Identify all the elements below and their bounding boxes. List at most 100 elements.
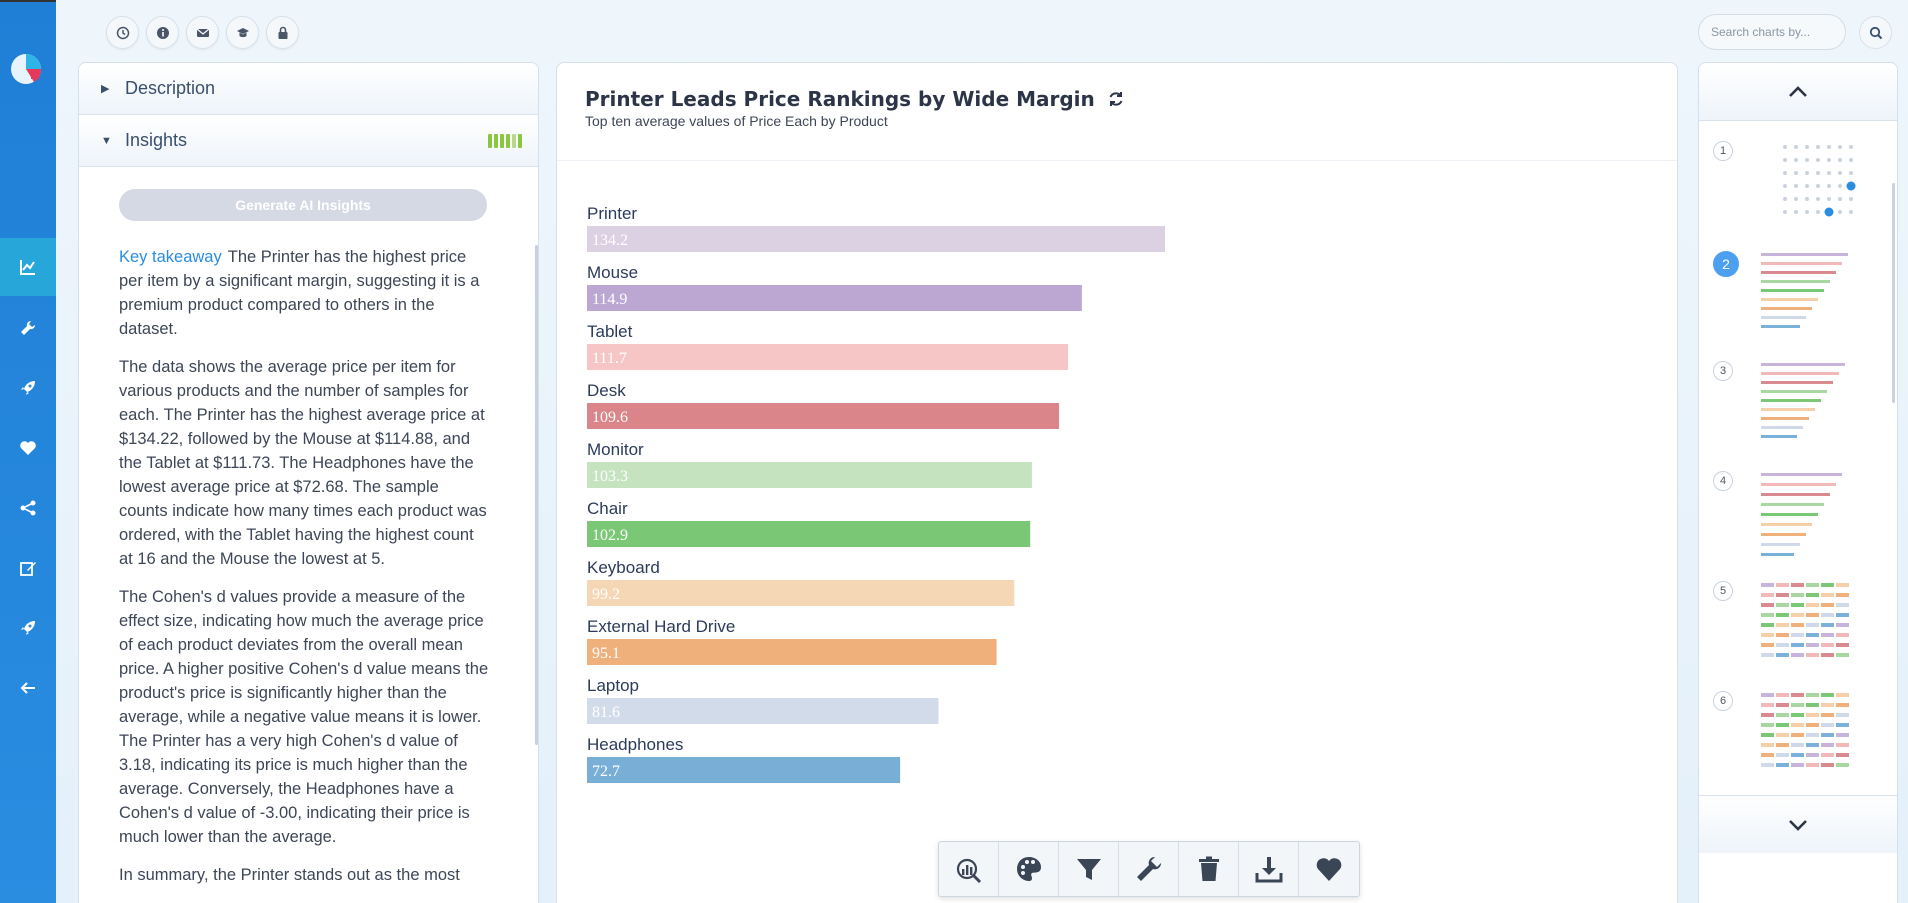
- analyze-button[interactable]: [939, 842, 999, 896]
- filter-button[interactable]: [1059, 842, 1119, 896]
- bar-value-label: 95.1: [592, 645, 620, 662]
- bar[interactable]: [587, 757, 901, 783]
- bar[interactable]: [587, 403, 1060, 429]
- bar-value-label: 81.6: [592, 704, 620, 721]
- download-icon: [1255, 857, 1282, 883]
- left-nav-rail: [0, 0, 56, 903]
- bar-value-label: 72.7: [592, 763, 620, 780]
- thumbnails-scrollbar[interactable]: [1892, 183, 1895, 403]
- nav-share[interactable]: [0, 479, 56, 537]
- refresh-icon[interactable]: [1107, 90, 1125, 108]
- info-button[interactable]: [146, 16, 179, 49]
- mail-button[interactable]: [186, 16, 219, 49]
- bar-value-label: 99.2: [592, 586, 620, 603]
- color-theme-button[interactable]: [999, 842, 1059, 896]
- chart-thumbnail[interactable]: 1: [1709, 133, 1889, 233]
- insights-accordion[interactable]: ▼ Insights: [79, 115, 538, 167]
- chart-thumbnail[interactable]: 6: [1709, 683, 1889, 783]
- nav-tools[interactable]: [0, 299, 56, 357]
- chart-header-divider: [557, 160, 1677, 161]
- bar-value-label: 111.7: [592, 350, 627, 367]
- chevron-down-icon: [1789, 819, 1807, 831]
- palette-icon: [1016, 857, 1041, 881]
- thumbnail-preview: [1761, 253, 1848, 328]
- insights-label: Insights: [125, 130, 188, 150]
- bar-category-label: Tablet: [587, 322, 633, 341]
- description-accordion[interactable]: ▶ Description: [79, 63, 538, 115]
- info-icon: [156, 26, 169, 39]
- nav-back[interactable]: [0, 659, 56, 717]
- nav-launch[interactable]: [0, 359, 56, 417]
- history-icon: [116, 26, 129, 39]
- thumbnail-number: 5: [1713, 581, 1733, 601]
- chart-title: Printer Leads Price Rankings by Wide Mar…: [585, 87, 1095, 111]
- search-icon: [1869, 26, 1882, 39]
- chart-icon: [20, 260, 35, 275]
- description-label: Description: [125, 78, 216, 98]
- chart-thumbnail[interactable]: 4: [1709, 463, 1889, 563]
- heart-icon: [1316, 858, 1342, 881]
- thumbnail-number: 6: [1713, 691, 1733, 711]
- rocket-icon: [21, 381, 35, 395]
- nav-favorites[interactable]: [0, 419, 56, 477]
- download-button[interactable]: [1239, 842, 1299, 896]
- generate-ai-insights-button[interactable]: Generate AI Insights: [119, 189, 487, 221]
- insight-paragraph-3: In summary, the Printer stands out as th…: [119, 866, 460, 884]
- trash-icon: [1198, 856, 1219, 881]
- insights-text: Key takeaway The Printer has the highest …: [119, 245, 489, 901]
- search-button[interactable]: [1859, 16, 1892, 49]
- favorite-button[interactable]: [1299, 842, 1359, 896]
- bar[interactable]: [587, 521, 1031, 547]
- caret-right-icon: ▶: [101, 83, 110, 95]
- bar[interactable]: [587, 639, 997, 665]
- thumbnail-number: 1: [1713, 141, 1733, 161]
- app-logo-icon[interactable]: [10, 52, 44, 86]
- chart-panel: Printer Leads Price Rankings by Wide Mar…: [556, 62, 1678, 903]
- delete-button[interactable]: [1179, 842, 1239, 896]
- bar[interactable]: [587, 285, 1082, 311]
- thumbnail-preview: [1783, 145, 1856, 217]
- left-panel-scrollbar[interactable]: [535, 245, 538, 745]
- chart-title-row: Printer Leads Price Rankings by Wide Mar…: [585, 87, 1125, 111]
- bar[interactable]: [587, 226, 1165, 252]
- key-takeaway-label: Key takeaway: [119, 248, 222, 266]
- nav-deploy[interactable]: [0, 599, 56, 657]
- bar-value-label: 114.9: [592, 291, 627, 308]
- nav-charts[interactable]: [0, 238, 56, 296]
- bar-value-label: 103.3: [592, 468, 628, 485]
- chart-analysis-icon: [956, 858, 981, 884]
- bar-category-label: Mouse: [587, 263, 638, 282]
- bar[interactable]: [587, 462, 1032, 488]
- bar[interactable]: [587, 698, 939, 724]
- wrench-icon: [1136, 856, 1161, 881]
- bar[interactable]: [587, 580, 1015, 606]
- bar-category-label: Chair: [587, 499, 628, 518]
- filter-icon: [1076, 859, 1101, 880]
- lock-button[interactable]: [266, 16, 299, 49]
- chart-thumbnail[interactable]: 3: [1709, 353, 1889, 453]
- thumbnails-scroll-up-button[interactable]: [1699, 63, 1897, 121]
- nav-edit[interactable]: [0, 539, 56, 597]
- search-input[interactable]: Search charts by...: [1698, 14, 1846, 50]
- back-arrow-icon: [20, 682, 35, 694]
- bar-value-label: 109.6: [592, 409, 628, 426]
- bar-category-label: Keyboard: [587, 558, 660, 577]
- chart-thumbnail[interactable]: 5: [1709, 573, 1889, 673]
- share-icon: [20, 500, 36, 516]
- heart-icon: [20, 441, 36, 455]
- chart-subtitle: Top ten average values of Price Each by …: [585, 113, 888, 129]
- thumbnail-preview: [1761, 473, 1842, 556]
- thumbnail-preview: [1761, 693, 1849, 767]
- history-button[interactable]: [106, 16, 139, 49]
- rocket-icon: [21, 621, 35, 635]
- chart-thumbnails-panel: 1234567: [1698, 62, 1898, 903]
- bar[interactable]: [587, 344, 1069, 370]
- thumbnails-scroll-down-button[interactable]: [1699, 795, 1897, 853]
- bar-value-label: 102.9: [592, 527, 628, 544]
- settings-button[interactable]: [1119, 842, 1179, 896]
- learn-button[interactable]: [226, 16, 259, 49]
- chart-thumbnail[interactable]: 2: [1709, 243, 1889, 343]
- insights-strength-meter: [488, 133, 522, 148]
- insights-panel: ▶ Description ▼ Insights Generate AI Ins…: [78, 62, 539, 903]
- bar-category-label: Desk: [587, 381, 626, 400]
